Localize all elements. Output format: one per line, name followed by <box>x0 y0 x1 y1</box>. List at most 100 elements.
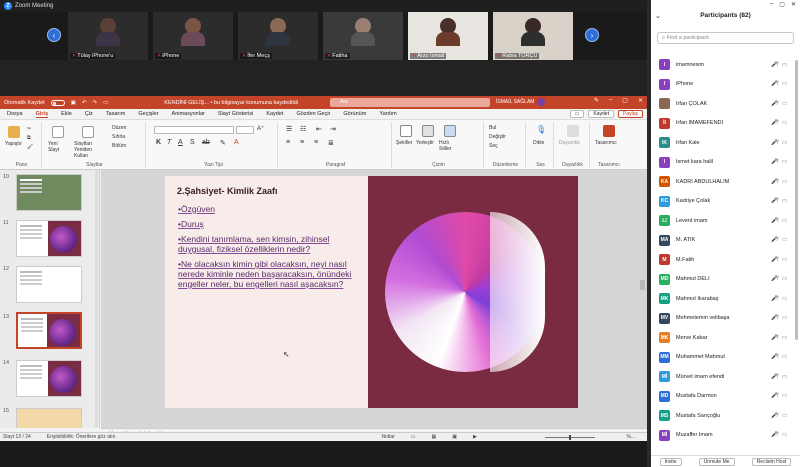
dictate-button[interactable]: Dikte <box>533 140 544 146</box>
record-button[interactable]: Kaydet <box>588 110 614 118</box>
present-icon[interactable]: ▭ <box>103 100 108 106</box>
comments-icon[interactable]: ▭ <box>569 110 585 118</box>
gallery-prev-button[interactable]: ‹ <box>47 28 61 42</box>
participants-scrollbar[interactable] <box>795 60 798 340</box>
cut-icon[interactable]: ✂ <box>27 126 31 132</box>
participant-row[interactable]: IK İrfan Kale 🎤̸ ▭ <box>651 133 796 153</box>
select-button[interactable]: Seç <box>489 143 498 149</box>
video-tile[interactable]: ✕ Arzu İsmail <box>408 12 488 60</box>
participant-row[interactable]: Mİ Mürvet imam efendi 🎤̸ ▭ <box>651 367 796 387</box>
numbering-icon[interactable]: ☷ <box>300 125 306 133</box>
participant-row[interactable]: Iimamnesim 🎤̸ ▭ <box>651 55 796 75</box>
minimize-icon[interactable]: – <box>609 97 612 104</box>
slide-bullets[interactable]: •Özgüven •Duruş •Kendini tanımlama, sen … <box>178 204 363 294</box>
tab-7[interactable]: Slayt Gösterisi <box>218 111 253 117</box>
highlight-icon[interactable]: ✎ <box>220 139 226 147</box>
participant-row[interactable]: MK Mahmut Ikarabaş 🎤̸ ▭ <box>651 289 796 309</box>
outdent-icon[interactable]: ⇥ <box>330 125 336 133</box>
reuse-slides-icon[interactable] <box>82 126 94 138</box>
slide-thumbnail[interactable] <box>16 408 82 428</box>
participant-row[interactable]: MM Muhammet Mahmut 🎤̸ ▭ <box>651 348 796 368</box>
participant-row[interactable]: MD Mustafa Darmon 🎤̸ ▭ <box>651 387 796 407</box>
participant-row[interactable]: M M.Fatih 🎤̸ ▭ <box>651 250 796 270</box>
tab-2[interactable]: Ekle <box>61 111 72 117</box>
indent-icon[interactable]: ⇤ <box>316 125 322 133</box>
video-tile[interactable]: ✕ Fatiha <box>323 12 403 60</box>
arrange-icon[interactable] <box>422 125 434 137</box>
invite-button[interactable]: Invite <box>659 457 682 466</box>
slide-thumbnail-selected[interactable] <box>16 312 82 349</box>
align-center-icon[interactable]: ≡ <box>300 139 304 146</box>
reading-view-icon[interactable]: ▣ <box>452 434 457 440</box>
share-button[interactable]: Paylaş <box>617 110 643 118</box>
font-size-select[interactable] <box>236 126 254 134</box>
zoom-slider[interactable] <box>545 435 595 440</box>
tab-6[interactable]: Animasyonlar <box>172 111 205 117</box>
avatar[interactable] <box>537 98 546 106</box>
tab-10[interactable]: Görünüm <box>343 111 366 117</box>
tab-11[interactable]: Yardım <box>379 111 396 117</box>
participant-row[interactable]: MS Mustafa Sarıçoğlu 🎤̸ ▭ <box>651 406 796 426</box>
save-icon[interactable]: ▣ <box>71 100 76 106</box>
tab-9[interactable]: Gözden Geçir <box>296 111 330 117</box>
align-right-icon[interactable]: ≡ <box>314 139 318 146</box>
normal-view-icon[interactable]: ▭ <box>411 434 416 440</box>
unmute-me-button[interactable]: Unmute Me <box>698 457 735 466</box>
new-slide-icon[interactable] <box>52 126 64 138</box>
participant-search-input[interactable]: ⌕ Find a participant <box>657 32 794 44</box>
shadow-icon[interactable]: S <box>190 139 195 146</box>
participant-row[interactable]: MA M. ATİK 🎤̸ ▭ <box>651 231 796 251</box>
participant-row[interactable]: I İsmet kara halil 🎤̸ ▭ <box>651 153 796 173</box>
layout-button[interactable]: Düzen <box>112 125 126 131</box>
microphone-icon[interactable]: 🎙 <box>536 125 546 134</box>
redo-icon[interactable]: ↷ <box>92 100 97 106</box>
ppt-search-input[interactable]: Ara <box>330 98 490 107</box>
tab-5[interactable]: Geçişler <box>138 111 158 117</box>
participant-row[interactable]: İrfan ÇOLAK 🎤̸ ▭ <box>651 94 796 114</box>
participant-row[interactable]: MK Merve Kabar 🎤̸ ▭ <box>651 328 796 348</box>
undo-icon[interactable]: ↶ <box>82 100 87 106</box>
sorter-view-icon[interactable]: ▦ <box>432 434 437 440</box>
slideshow-view-icon[interactable]: ▶ <box>473 434 477 440</box>
current-slide[interactable]: 2.Şahsiyet- Kimlik Zaafı •Özgüven •Duruş… <box>165 176 578 408</box>
autosave-toggle[interactable] <box>50 99 65 106</box>
slide-thumbnail[interactable] <box>16 266 82 303</box>
designer-icon[interactable] <box>603 125 615 137</box>
new-slide-button[interactable]: Yeni Slayt <box>48 141 68 153</box>
section-button[interactable]: Bölüm <box>112 143 126 149</box>
sensitivity-button[interactable]: Duyarlılık <box>559 140 580 146</box>
pen-icon[interactable]: ✎ <box>594 97 599 104</box>
italic-icon[interactable]: T <box>167 139 171 146</box>
find-button[interactable]: Bul <box>489 125 496 131</box>
justify-icon[interactable]: ≣ <box>328 139 334 147</box>
tab-0[interactable]: Dosya <box>7 111 23 117</box>
slide-thumbnail[interactable] <box>16 174 82 211</box>
bullets-icon[interactable]: ☰ <box>286 125 292 133</box>
edit-scrollbar[interactable] <box>640 280 645 290</box>
participant-row[interactable]: KC Kadriye Çolak 🎤̸ ▭ <box>651 192 796 212</box>
chevron-down-icon[interactable]: ⌄ <box>655 12 661 20</box>
strikethrough-icon[interactable]: ab <box>202 139 210 146</box>
format-painter-icon[interactable]: 🖌 <box>27 144 33 150</box>
underline-icon[interactable]: A <box>178 139 183 146</box>
shapes-button[interactable]: Şekiller <box>396 140 412 146</box>
sensitivity-icon[interactable] <box>567 125 579 137</box>
tab-4[interactable]: Tasarım <box>106 111 126 117</box>
replace-button[interactable]: Değiştir <box>489 134 506 140</box>
accessibility-status[interactable]: Erişilebilirlik: Önerilere göz atın <box>47 434 116 440</box>
slide-title[interactable]: 2.Şahsiyet- Kimlik Zaafı <box>177 186 278 196</box>
gallery-next-button[interactable]: › <box>585 28 599 42</box>
font-color-icon[interactable]: A <box>234 139 239 146</box>
video-tile[interactable]: ✕ iPhone <box>153 12 233 60</box>
slide-thumbnail[interactable] <box>16 220 82 257</box>
tab-8[interactable]: Kaydet <box>266 111 283 117</box>
tab-1[interactable]: Giriş <box>35 111 49 118</box>
reset-button[interactable]: Sıfırla <box>112 134 125 140</box>
video-tile[interactable]: ✕ İfer Meçş <box>238 12 318 60</box>
video-tile[interactable]: ✕ Rabia TORÇU <box>493 12 573 60</box>
participant-row[interactable]: KA KADRİ ABDULHALİM 🎤̸ ▭ <box>651 172 796 192</box>
tab-3[interactable]: Çiz <box>85 111 93 117</box>
video-tile[interactable]: ✕ Tülay iPhone'u <box>68 12 148 60</box>
quick-styles-button[interactable]: Hızlı Stiller <box>439 140 461 152</box>
bold-icon[interactable]: K <box>156 139 161 146</box>
